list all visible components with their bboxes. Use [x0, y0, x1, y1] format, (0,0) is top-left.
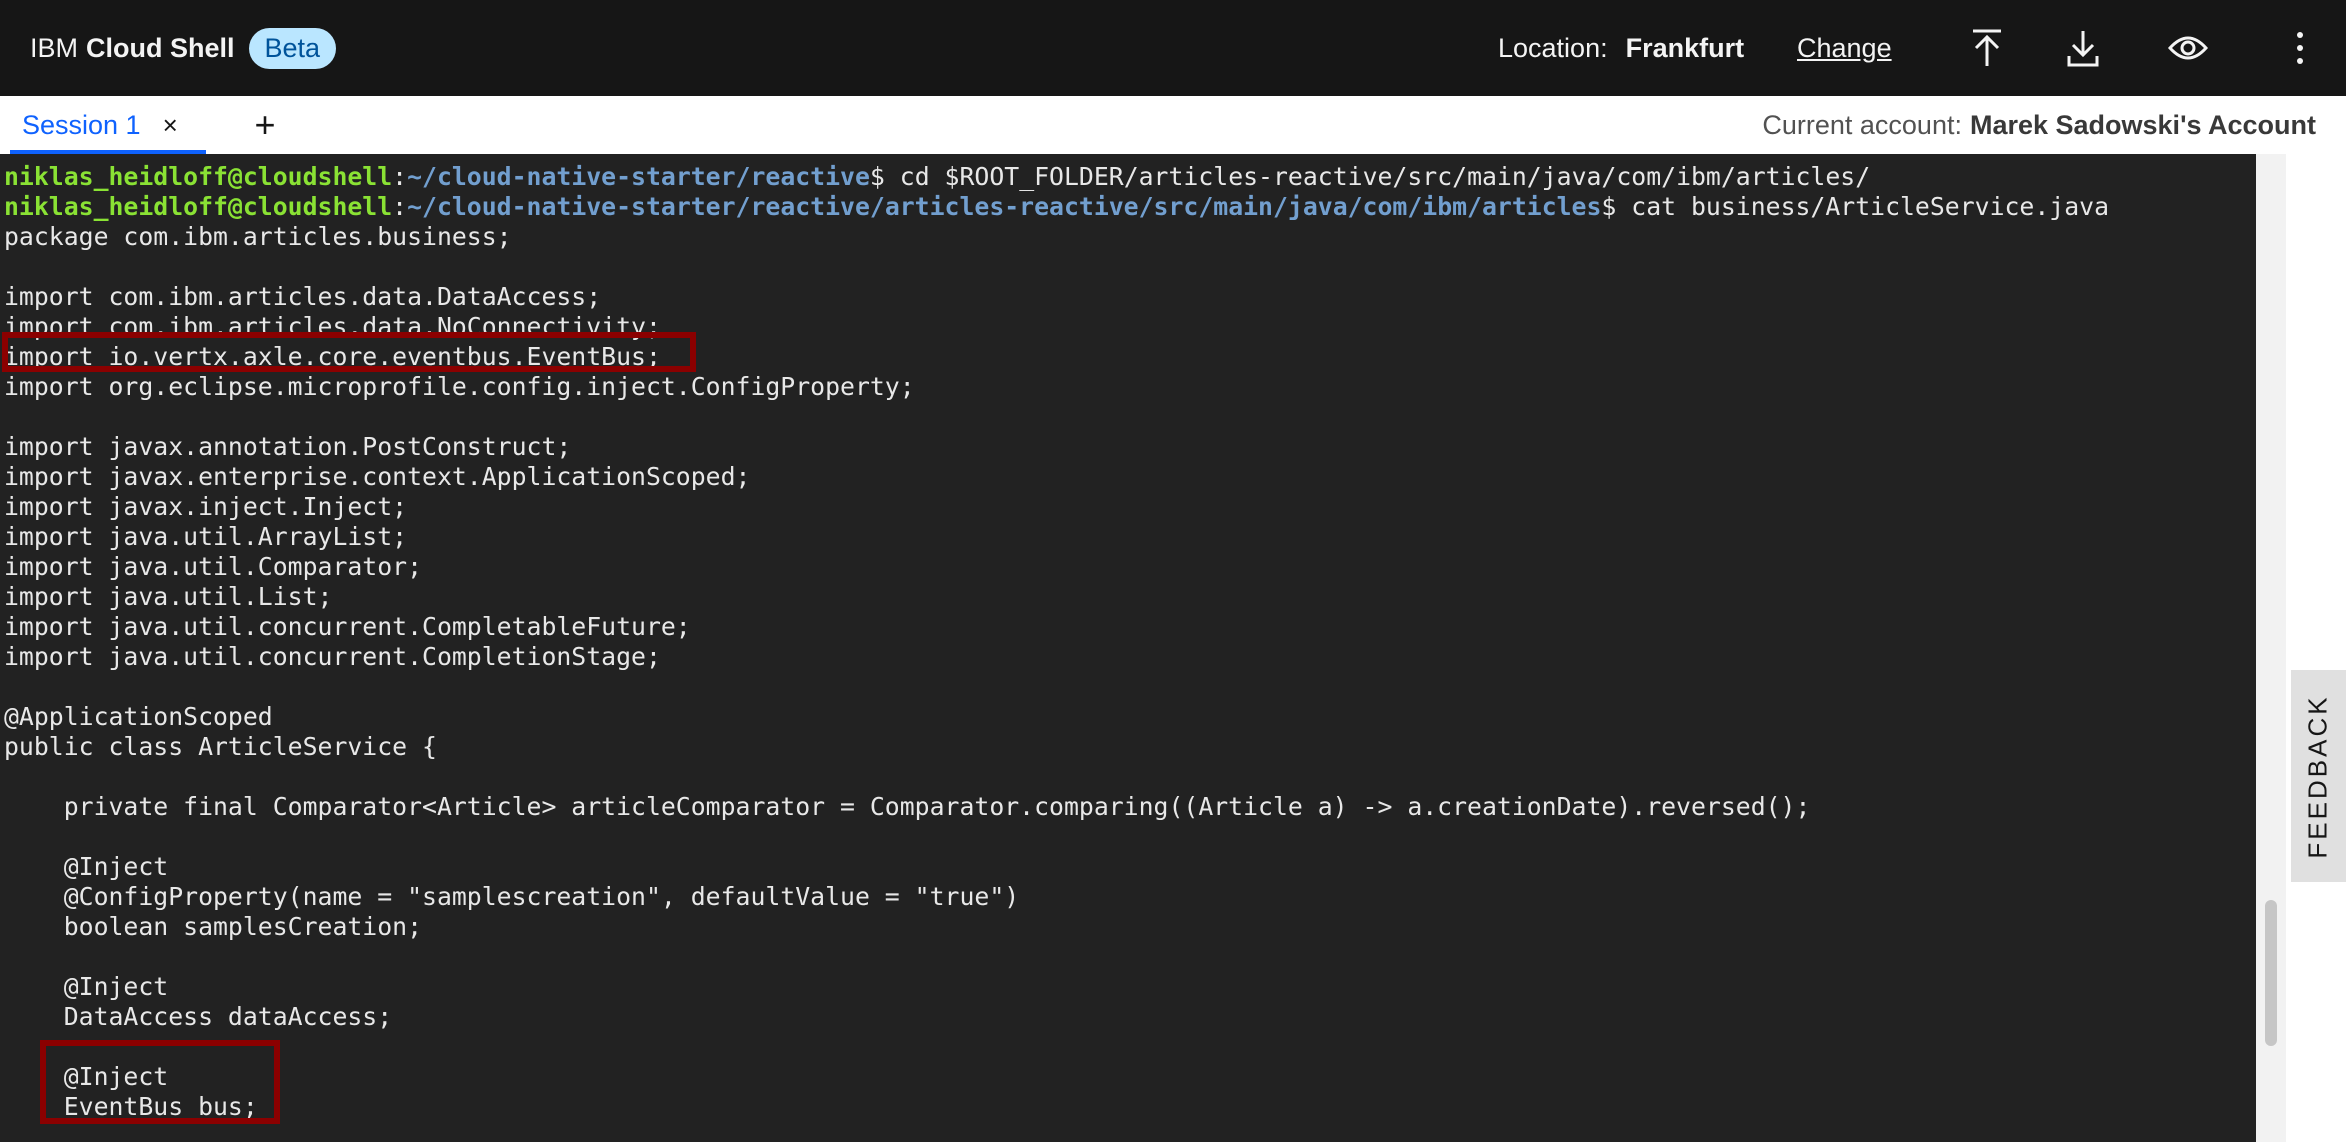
tab-label: Session 1: [22, 109, 141, 140]
terminal-line: import java.util.List;: [4, 582, 333, 611]
highlight-eventbus-inject: [40, 1040, 280, 1124]
overflow-menu-icon[interactable]: [2276, 24, 2324, 72]
terminal-line: @ApplicationScoped: [4, 702, 273, 731]
prompt-command: $ cd $ROOT_FOLDER/articles-reactive/src/…: [869, 162, 1871, 191]
brand-ibm: IBM: [30, 32, 79, 63]
prompt-user: niklas_heidloff@cloudshell: [4, 162, 393, 191]
beta-badge: Beta: [248, 27, 337, 69]
scrollbar-thumb[interactable]: [2265, 900, 2277, 1046]
right-strip: [2286, 154, 2346, 1142]
feedback-label: FEEDBACK: [2303, 693, 2333, 859]
current-account: Current account: Marek Sadowski's Accoun…: [1762, 96, 2316, 154]
session-tab-bar: Session 1 × + Current account: Marek Sad…: [0, 96, 2346, 154]
location-value: Frankfurt: [1625, 32, 1745, 63]
terminal-line: import com.ibm.articles.data.DataAccess;: [4, 282, 602, 311]
prompt-path: ~/cloud-native-starter/reactive: [407, 162, 870, 191]
change-location-link[interactable]: Change: [1797, 0, 1892, 96]
terminal-line: import java.util.Comparator;: [4, 552, 423, 581]
terminal-line: import java.util.ArrayList;: [4, 522, 408, 551]
prompt-path: ~/cloud-native-starter/reactive/articles…: [407, 192, 1602, 221]
prompt-sep: :: [392, 162, 408, 191]
close-icon[interactable]: ×: [163, 110, 178, 141]
highlight-eventbus-import: [2, 332, 696, 372]
account-label: Current account:: [1762, 109, 1962, 140]
upload-icon[interactable]: [1963, 24, 2011, 72]
terminal-line: import java.util.concurrent.CompletionSt…: [4, 642, 661, 671]
prompt-command: $ cat business/ArticleService.java: [1601, 192, 2110, 221]
feedback-button[interactable]: FEEDBACK: [2291, 670, 2346, 882]
location-label: Location:: [1498, 32, 1608, 63]
terminal-line: import javax.annotation.PostConstruct;: [4, 432, 572, 461]
location: Location: Frankfurt: [1498, 0, 1744, 96]
download-icon[interactable]: [2059, 24, 2107, 72]
add-icon[interactable]: +: [248, 96, 282, 154]
terminal-line: import org.eclipse.microprofile.config.i…: [4, 372, 915, 401]
brand[interactable]: IBM Cloud Shell Beta: [30, 0, 337, 96]
terminal-line: @Inject: [4, 852, 169, 881]
terminal-line: import javax.inject.Inject;: [4, 492, 408, 521]
terminal-prompt-line: niklas_heidloff@cloudshell:~/cloud-nativ…: [4, 192, 2109, 222]
prompt-sep: :: [392, 192, 408, 221]
terminal-line: public class ArticleService {: [4, 732, 437, 761]
terminal-line: boolean samplesCreation;: [4, 912, 423, 941]
terminal-output[interactable]: niklas_heidloff@cloudshell:~/cloud-nativ…: [0, 154, 2256, 1142]
terminal-line: DataAccess dataAccess;: [4, 1002, 393, 1031]
terminal-line: private final Comparator<Article> articl…: [4, 792, 1811, 821]
terminal-line: import javax.enterprise.context.Applicat…: [4, 462, 751, 491]
eye-icon[interactable]: [2164, 24, 2212, 72]
terminal-line: @ConfigProperty(name = "samplescreation"…: [4, 882, 1020, 911]
terminal-line: import java.util.concurrent.CompletableF…: [4, 612, 691, 641]
tab-session-1[interactable]: Session 1 ×: [0, 96, 210, 154]
terminal-prompt-line: niklas_heidloff@cloudshell:~/cloud-nativ…: [4, 162, 1870, 192]
account-name: Marek Sadowski's Account: [1969, 109, 2316, 140]
prompt-user: niklas_heidloff@cloudshell: [4, 192, 393, 221]
terminal-line: package com.ibm.articles.business;: [4, 222, 512, 251]
terminal-line: @Inject: [4, 972, 169, 1001]
brand-product: Cloud Shell: [86, 32, 235, 63]
terminal-scrollbar[interactable]: [2256, 154, 2286, 1142]
top-header: IBM Cloud Shell Beta Location: Frankfurt…: [0, 0, 2346, 96]
